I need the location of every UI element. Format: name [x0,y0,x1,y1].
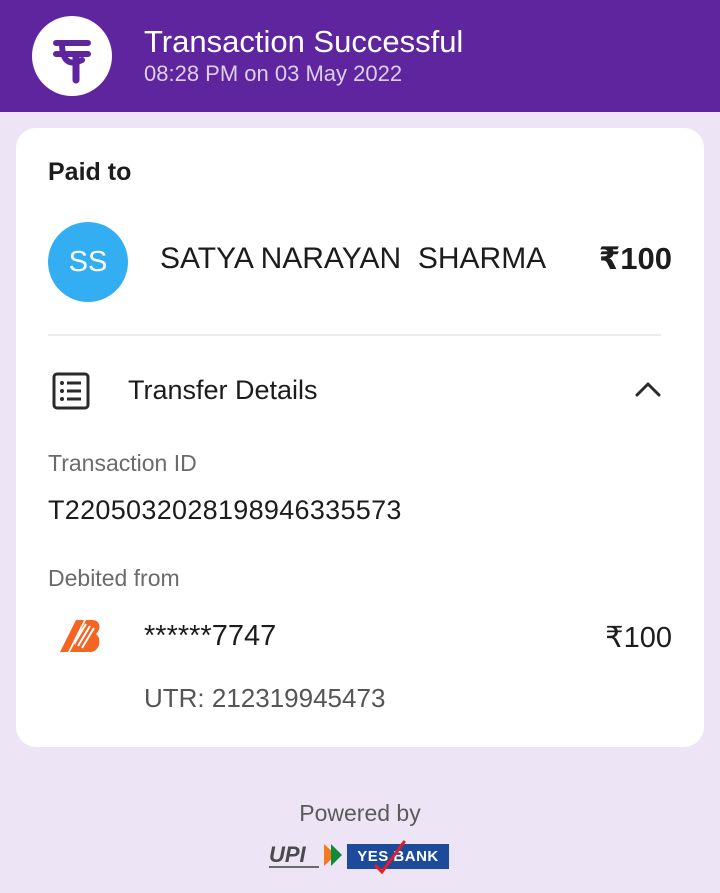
header: Transaction Successful 08:28 PM on 03 Ma… [0,0,720,112]
transfer-details-label: Transfer Details [128,375,318,405]
transaction-status-title: Transaction Successful [144,24,464,59]
list-icon [52,372,90,410]
payee-name: SATYA NARAYAN SHARMA [160,242,547,275]
yes-bank-tick-icon [374,840,406,875]
transaction-card: Paid to SS SATYA NARAYAN SHARMA ₹100 Tra… [16,128,704,747]
upi-logo-text: UPI [269,842,307,867]
upi-logo-icon: UPI [269,842,342,868]
transaction-id-label: Transaction ID [48,450,197,476]
phonepe-logo-icon [32,16,112,96]
account-number: ******7747 [144,620,277,652]
debited-from-label: Debited from [48,565,180,591]
transaction-id-value: T2205032028198946335573 [48,495,402,525]
avatar: SS [48,222,128,302]
bank-of-baroda-logo-icon [60,620,100,652]
utr-number: UTR: 212319945473 [144,683,386,713]
paid-amount: ₹100 [598,241,672,276]
divider [48,334,661,336]
chevron-up-icon[interactable] [634,378,662,400]
paid-to-label: Paid to [48,158,132,186]
transaction-time: 08:28 PM on 03 May 2022 [144,61,403,86]
powered-by-label: Powered by [299,800,421,826]
debited-amount: ₹100 [605,622,672,654]
